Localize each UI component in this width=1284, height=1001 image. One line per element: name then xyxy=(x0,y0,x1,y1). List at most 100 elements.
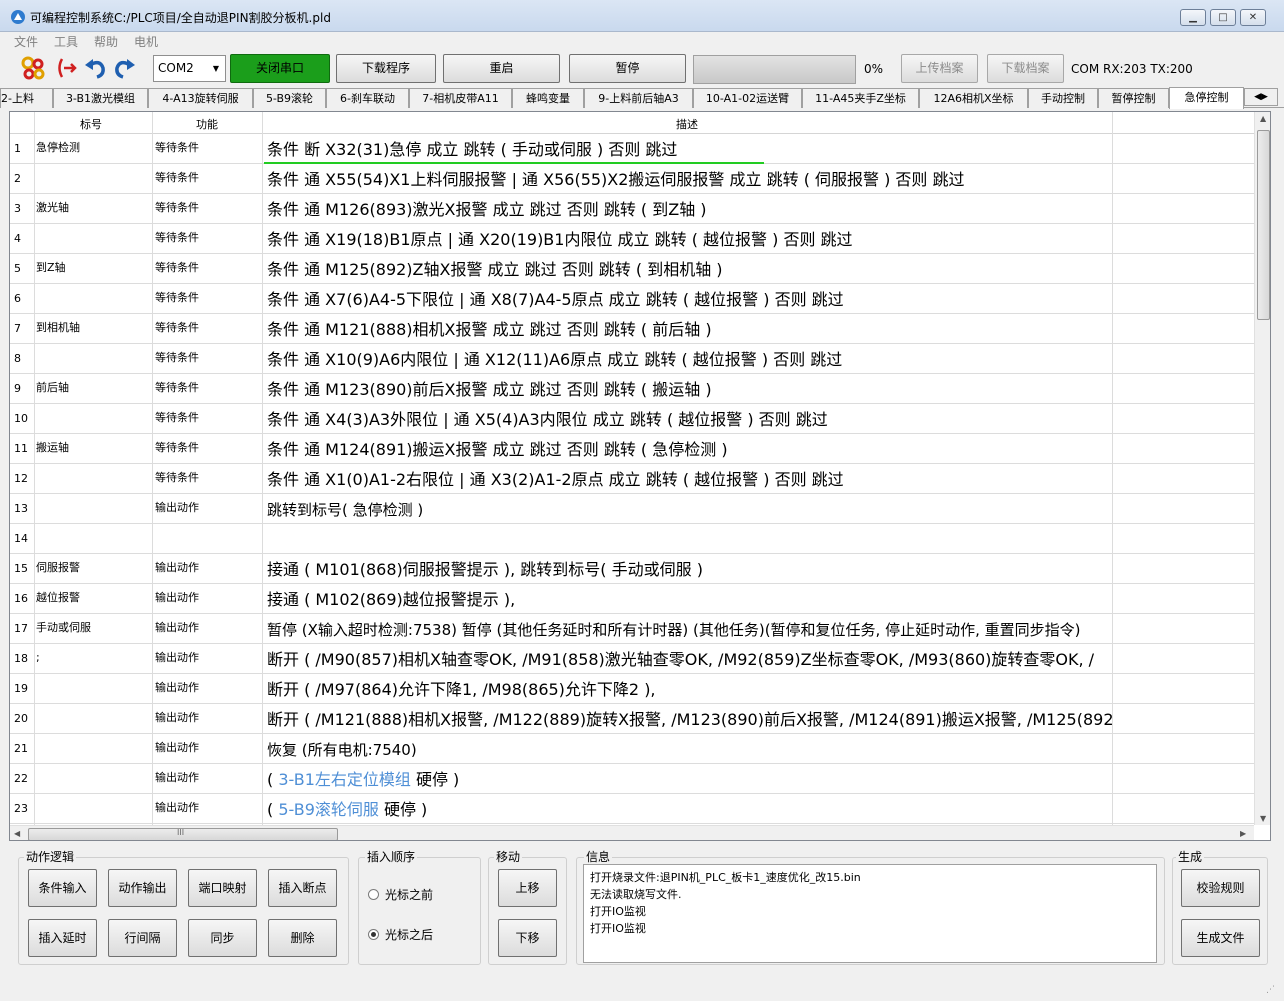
row-function[interactable]: 等待条件 xyxy=(152,464,262,494)
row-number[interactable]: 14 xyxy=(10,524,34,554)
row-number[interactable]: 4 xyxy=(10,224,34,254)
table-row[interactable]: 17 手动或伺服 输出动作 暂停 (X输入超时检测:7538) 暂停 (其他任务延时和… xyxy=(10,614,1254,644)
row-label[interactable] xyxy=(34,284,152,314)
tab-camera-belt[interactable]: 7-相机皮带A11 xyxy=(409,88,512,108)
row-label[interactable] xyxy=(34,344,152,374)
tab-gripper-z[interactable]: 11-A45夹手Z坐标 xyxy=(802,88,919,108)
table-row[interactable]: 4 等待条件 条件 通 X19(18)B1原点 | 通 X20(19)B1内限位 成… xyxy=(10,224,1254,254)
row-description[interactable]: 条件 通 M123(890)前后X报警 成立 跳过 否则 跳转 ( 搬运轴 ) xyxy=(262,374,1112,404)
row-description[interactable]: ( 3-B1左右定位模组 硬停 ) xyxy=(262,764,1112,794)
row-number[interactable]: 18 xyxy=(10,644,34,674)
tab-camera-x[interactable]: 12A6相机X坐标 xyxy=(919,88,1028,108)
maximize-button[interactable]: □ xyxy=(1210,9,1236,26)
row-label[interactable]: 搬运轴 xyxy=(34,434,152,464)
row-label[interactable]: 激光轴 xyxy=(34,194,152,224)
tab-manual-control[interactable]: 手动控制 xyxy=(1028,88,1098,108)
table-row[interactable]: 1 急停检测 等待条件 条件 断 X32(31)急停 成立 跳转 ( 手动或伺服 ) … xyxy=(10,134,1254,164)
horizontal-scrollbar[interactable]: ◀ III ▶ xyxy=(10,825,1254,840)
row-number[interactable]: 17 xyxy=(10,614,34,644)
row-number[interactable]: 5 xyxy=(10,254,34,284)
header-function[interactable]: 功能 xyxy=(196,116,218,132)
row-function[interactable]: 输出动作 xyxy=(152,764,262,794)
row-description[interactable]: 跳转到标号( 急停检测 ) xyxy=(262,494,1112,524)
table-row[interactable]: 18; 输出动作 断开 ( /M90(857)相机X轴查零OK, /M91(858)… xyxy=(10,644,1254,674)
row-function[interactable]: 等待条件 xyxy=(152,434,262,464)
row-label[interactable] xyxy=(34,464,152,494)
table-row[interactable]: 7 到相机轴 等待条件 条件 通 M121(888)相机X报警 成立 跳过 否则 跳转… xyxy=(10,314,1254,344)
resize-grip-icon[interactable]: ⋰ xyxy=(1266,985,1275,995)
tab-roller[interactable]: 5-B9滚轮 xyxy=(253,88,326,108)
table-row[interactable]: 21 输出动作 恢复 (所有电机:7540) xyxy=(10,734,1254,764)
header-description[interactable]: 描述 xyxy=(676,116,698,132)
chevron-down-icon[interactable]: ▼ xyxy=(207,56,225,81)
row-number[interactable]: 1 xyxy=(10,134,34,164)
row-label[interactable] xyxy=(34,494,152,524)
table-row[interactable]: 9 前后轴 等待条件 条件 通 M123(890)前后X报警 成立 跳过 否则 跳转 … xyxy=(10,374,1254,404)
row-label[interactable]: 到相机轴 xyxy=(34,314,152,344)
row-description[interactable]: 条件 通 M126(893)激光X报警 成立 跳过 否则 跳转 ( 到Z轴 ) xyxy=(262,194,1112,224)
table-row[interactable]: 3 激光轴 等待条件 条件 通 M126(893)激光X报警 成立 跳过 否则 跳转 … xyxy=(10,194,1254,224)
radio-after-cursor[interactable]: 光标之后 xyxy=(368,926,433,943)
row-label[interactable]: 越位报警 xyxy=(34,584,152,614)
row-description[interactable]: 接通 ( M101(868)伺服报警提示 ), 跳转到标号( 手动或伺服 ) xyxy=(262,554,1112,584)
minimize-button[interactable]: ▁ xyxy=(1180,9,1206,26)
row-number[interactable]: 2 xyxy=(10,164,34,194)
table-row[interactable]: 6 等待条件 条件 通 X7(6)A4-5下限位 | 通 X8(7)A4-5原点 成… xyxy=(10,284,1254,314)
tab-front-rear-axis[interactable]: 9-上料前后轴A3 xyxy=(584,88,693,108)
row-label[interactable] xyxy=(34,764,152,794)
row-label[interactable]: 到Z轴 xyxy=(34,254,152,284)
row-description[interactable]: 条件 断 X32(31)急停 成立 跳转 ( 手动或伺服 ) 否则 跳过 xyxy=(262,134,1112,164)
row-number[interactable]: 8 xyxy=(10,344,34,374)
delete-button[interactable]: 删除 xyxy=(268,919,337,957)
row-label[interactable] xyxy=(34,404,152,434)
insert-breakpoint-button[interactable]: 插入断点 xyxy=(268,869,337,907)
table-row[interactable]: 13 输出动作 跳转到标号( 急停检测 ) xyxy=(10,494,1254,524)
row-description[interactable]: ( 5-B9滚轮伺服 硬停 ) xyxy=(262,794,1112,824)
row-number[interactable]: 20 xyxy=(10,704,34,734)
row-description[interactable]: 条件 通 M124(891)搬运X报警 成立 跳过 否则 跳转 ( 急停检测 ) xyxy=(262,434,1112,464)
task-link[interactable]: 3-B1左右定位模组 xyxy=(278,770,411,789)
scroll-down-icon[interactable]: ▼ xyxy=(1260,814,1266,823)
check-rules-button[interactable]: 校验规则 xyxy=(1181,869,1260,907)
upload-archive-button[interactable]: 上传档案 xyxy=(901,54,978,83)
scroll-right-icon[interactable]: ▶ xyxy=(1240,829,1246,838)
row-number[interactable]: 15 xyxy=(10,554,34,584)
row-function[interactable]: 等待条件 xyxy=(152,224,262,254)
row-function[interactable]: 输出动作 xyxy=(152,644,262,674)
table-row[interactable]: 12 等待条件 条件 通 X1(0)A1-2右限位 | 通 X3(2)A1-2原点 … xyxy=(10,464,1254,494)
table-row[interactable]: 10 等待条件 条件 通 X4(3)A3外限位 | 通 X5(4)A3内限位 成立 … xyxy=(10,404,1254,434)
tab-pause-control[interactable]: 暂停控制 xyxy=(1098,88,1169,108)
redo-icon[interactable] xyxy=(112,55,138,81)
menu-motor[interactable]: 电机 xyxy=(134,33,158,50)
download-program-button[interactable]: 下载程序 xyxy=(336,54,436,83)
tab-rotary-servo[interactable]: 4-A13旋转伺服 xyxy=(148,88,253,108)
row-function[interactable]: 等待条件 xyxy=(152,284,262,314)
pause-button[interactable]: 暂停 xyxy=(569,54,686,83)
tab-brake-link[interactable]: 6-刹车联动 xyxy=(326,88,409,108)
row-function[interactable]: 等待条件 xyxy=(152,404,262,434)
row-label[interactable] xyxy=(34,794,152,824)
row-label[interactable] xyxy=(34,704,152,734)
row-function[interactable]: 输出动作 xyxy=(152,614,262,644)
menu-help[interactable]: 帮助 xyxy=(94,33,118,50)
row-number[interactable]: 6 xyxy=(10,284,34,314)
row-description[interactable]: 暂停 (X输入超时检测:7538) 暂停 (其他任务延时和所有计时器) (其他任… xyxy=(262,614,1254,644)
row-description[interactable]: 条件 通 X7(6)A4-5下限位 | 通 X8(7)A4-5原点 成立 跳转 … xyxy=(262,284,1112,314)
row-label[interactable]: 急停检测 xyxy=(34,134,152,164)
menu-tools[interactable]: 工具 xyxy=(54,33,78,50)
row-function[interactable] xyxy=(152,524,262,554)
row-function[interactable]: 输出动作 xyxy=(152,704,262,734)
scrollbar-thumb[interactable]: III xyxy=(28,828,338,840)
row-label[interactable]: ; xyxy=(34,644,152,674)
insert-delay-button[interactable]: 插入延时 xyxy=(28,919,97,957)
row-description[interactable]: 断开 ( /M121(888)相机X报警, /M122(889)旋转X报警, /… xyxy=(262,704,1254,734)
tab-loading[interactable]: 2-上料 xyxy=(0,88,53,108)
row-number[interactable]: 10 xyxy=(10,404,34,434)
header-label[interactable]: 标号 xyxy=(80,116,102,132)
table-row[interactable]: 14 xyxy=(10,524,1254,554)
row-description[interactable]: 断开 ( /M90(857)相机X轴查零OK, /M91(858)激光轴查零OK… xyxy=(262,644,1254,674)
action-output-button[interactable]: 动作输出 xyxy=(108,869,177,907)
table-row[interactable]: 22 输出动作( 3-B1左右定位模组 硬停 ) xyxy=(10,764,1254,794)
settings-icon[interactable] xyxy=(20,55,46,81)
table-row[interactable]: 8 等待条件 条件 通 X10(9)A6内限位 | 通 X12(11)A6原点 成立… xyxy=(10,344,1254,374)
